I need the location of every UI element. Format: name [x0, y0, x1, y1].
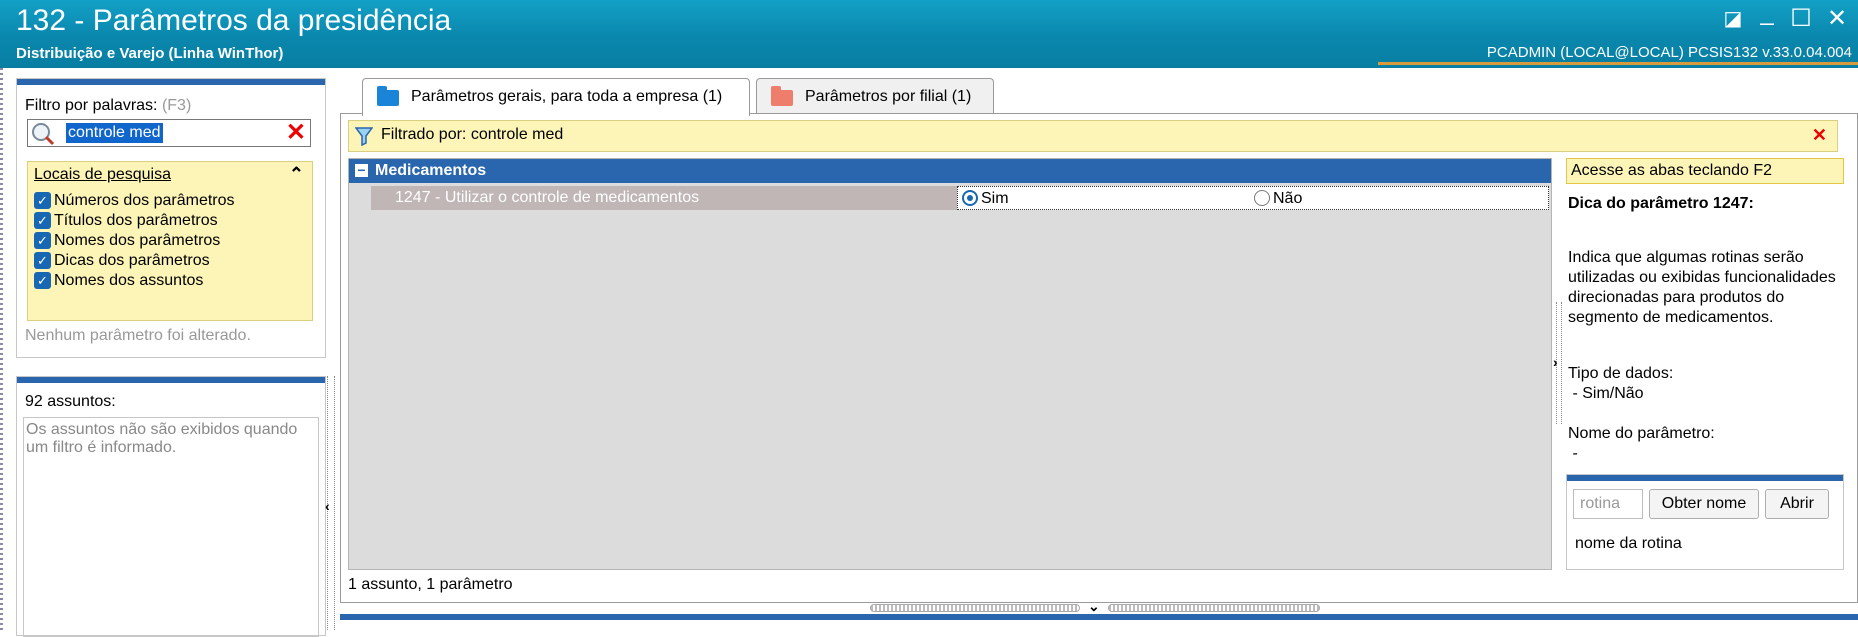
hint-line: segmento de medicamentos.: [1568, 309, 1774, 326]
panel-header-bar: [17, 79, 325, 85]
checkbox-label: Dicas dos parâmetros: [54, 252, 210, 269]
search-input[interactable]: controle med ✕: [27, 119, 311, 147]
radio-unselected-icon: [1254, 189, 1270, 206]
left-edge-grip: [0, 68, 3, 630]
radio-selected-icon: [962, 189, 978, 206]
filter-label: Filtro por palavras:: [25, 97, 158, 114]
hint-line: direcionadas para produtos do: [1568, 289, 1785, 306]
routine-box: rotina Obter nome Abrir nome da rotina: [1566, 474, 1844, 570]
title-accent-line: [1378, 62, 1858, 65]
expand-down-icon[interactable]: ⌄: [1088, 598, 1100, 615]
access-tip: Acesse as abas teclando F2: [1566, 158, 1844, 184]
subjects-message-line: um filtro é informado.: [26, 439, 177, 456]
summary-text: 1 assunto, 1 parâmetro: [348, 576, 513, 593]
checkbox-label: Títulos dos parâmetros: [54, 212, 218, 229]
collapse-left-icon[interactable]: ‹: [325, 498, 330, 514]
parameter-value-options: Sim Não: [957, 186, 1549, 210]
funnel-icon: [354, 126, 374, 147]
subjects-message-line: Os assuntos não são exibidos quando: [26, 421, 298, 438]
window-subtitle: Distribuição e Varejo (Linha WinThor): [16, 45, 284, 62]
restore-icon[interactable]: ◪: [1720, 6, 1746, 32]
window-title: 132 - Parâmetros da presidência: [16, 4, 452, 37]
filter-shortcut: (F3): [161, 97, 192, 114]
collapse-icon[interactable]: ⌃: [289, 164, 304, 185]
hint-line: utilizadas ou exibidas funcionalidades: [1568, 269, 1836, 286]
subjects-count: 92 assuntos:: [25, 393, 116, 410]
radio-label: Não: [1273, 190, 1303, 207]
search-locations-title[interactable]: Locais de pesquisa: [34, 166, 171, 184]
tab-label: Parâmetros gerais, para toda a empresa (…: [411, 88, 723, 105]
checkbox-param-titles[interactable]: ✓ Títulos dos parâmetros: [34, 212, 218, 234]
checkbox-label: Números dos parâmetros: [54, 192, 235, 209]
filter-label-row: Filtro por palavras: (F3): [25, 97, 191, 115]
bottom-panel: [340, 614, 1858, 630]
filter-panel: Filtro por palavras: (F3) controle med ✕…: [16, 78, 326, 358]
hint-line: Indica que algumas rotinas serão: [1568, 249, 1804, 266]
data-type-value: - Sim/Não: [1568, 385, 1644, 402]
tab-general-params[interactable]: Parâmetros gerais, para toda a empresa (…: [362, 78, 750, 116]
radio-sim[interactable]: Sim: [962, 189, 1009, 209]
group-name: Medicamentos: [375, 162, 487, 179]
minimize-icon[interactable]: _: [1754, 0, 1780, 26]
change-status: Nenhum parâmetro foi alterado.: [25, 327, 251, 344]
routine-name-text: nome da rotina: [1575, 535, 1682, 552]
search-locations-box: Locais de pesquisa ⌃ ✓ Números dos parâme…: [27, 161, 313, 321]
checkbox-checked-icon: ✓: [34, 232, 51, 250]
folder-icon: [377, 86, 399, 106]
user-info: PCADMIN (LOCAL@LOCAL) PCSIS132 v.33.0.04…: [1486, 44, 1852, 61]
clear-search-icon[interactable]: ✕: [286, 119, 306, 147]
maximize-icon[interactable]: ☐: [1788, 6, 1814, 32]
tab-label: Parâmetros por filial (1): [805, 88, 972, 105]
group-row-medicamentos[interactable]: − Medicamentos: [349, 159, 1551, 183]
data-type-label: Tipo de dados:: [1568, 365, 1674, 382]
parameter-row-1247[interactable]: 1247 - Utilizar o controle de medicament…: [371, 186, 1549, 210]
bottom-splitter-left[interactable]: [870, 604, 1080, 612]
subjects-panel: 92 assuntos: Os assuntos não são exibido…: [16, 376, 326, 637]
param-name-value: -: [1568, 445, 1578, 462]
magnifier-icon: [30, 121, 56, 147]
close-icon[interactable]: ✕: [1824, 6, 1850, 32]
clear-filter-icon[interactable]: ✕: [1812, 125, 1827, 146]
filter-banner-text: Filtrado por: controle med: [381, 126, 564, 143]
get-name-button[interactable]: Obter nome: [1649, 489, 1759, 519]
param-name-label: Nome do parâmetro:: [1568, 425, 1715, 442]
folder-icon: [771, 86, 793, 106]
title-bar: 132 - Parâmetros da presidência Distribu…: [0, 0, 1858, 68]
parameter-grid: − Medicamentos 1247 - Utilizar o control…: [348, 158, 1552, 570]
hint-title: Dica do parâmetro 1247:: [1568, 195, 1754, 212]
checkbox-label: Nomes dos assuntos: [54, 272, 204, 289]
panel-header-bar: [1567, 475, 1843, 481]
open-button[interactable]: Abrir: [1765, 489, 1829, 519]
panel-header-bar: [17, 377, 325, 383]
checkbox-checked-icon: ✓: [34, 272, 51, 290]
checkbox-checked-icon: ✓: [34, 252, 51, 270]
checkbox-checked-icon: ✓: [34, 192, 51, 210]
routine-input[interactable]: rotina: [1573, 489, 1643, 519]
radio-label: Sim: [981, 190, 1009, 207]
search-input-value: controle med: [66, 123, 163, 143]
collapse-right-icon[interactable]: ›: [1553, 354, 1558, 370]
radio-nao[interactable]: Não: [1254, 189, 1302, 209]
checkbox-param-names[interactable]: ✓ Nomes dos parâmetros: [34, 232, 220, 254]
checkbox-label: Nomes dos parâmetros: [54, 232, 221, 249]
parameter-title: 1247 - Utilizar o controle de medicament…: [371, 186, 957, 210]
checkbox-subject-names[interactable]: ✓ Nomes dos assuntos: [34, 272, 203, 294]
collapse-group-icon[interactable]: −: [355, 163, 368, 177]
bottom-splitter-right[interactable]: [1108, 604, 1320, 612]
checkbox-param-numbers[interactable]: ✓ Números dos parâmetros: [34, 192, 235, 214]
subjects-list[interactable]: Os assuntos não são exibidos quando um f…: [23, 417, 319, 637]
checkbox-checked-icon: ✓: [34, 212, 51, 230]
tab-branch-params[interactable]: Parâmetros por filial (1): [756, 78, 994, 114]
checkbox-param-hints[interactable]: ✓ Dicas dos parâmetros: [34, 252, 210, 274]
filter-banner: Filtrado por: controle med ✕: [348, 120, 1838, 152]
